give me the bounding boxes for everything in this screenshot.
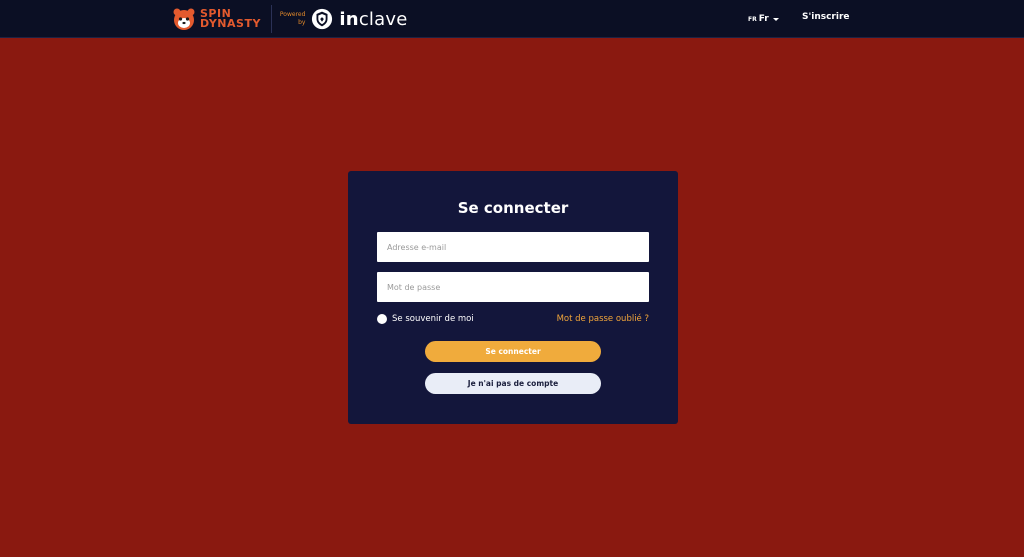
email-input[interactable] xyxy=(377,232,649,262)
login-card: Se connecter Se souvenir de moi Mot de p… xyxy=(348,171,678,424)
login-title: Se connecter xyxy=(457,199,569,217)
language-selector[interactable]: FR Fr xyxy=(748,12,779,26)
partner-wordmark-bold: in xyxy=(339,8,359,30)
powered-line-2: by xyxy=(298,19,306,26)
forgot-password-link[interactable]: Mot de passe oublié ? xyxy=(557,314,649,324)
login-button[interactable]: Se connecter xyxy=(425,341,601,362)
red-panda-logo-icon xyxy=(173,8,195,30)
header-divider xyxy=(270,5,272,33)
powered-by-label: Powered by xyxy=(280,11,306,27)
remember-me-radio[interactable] xyxy=(377,314,387,324)
brand-wordmark: SPIN DYNASTY xyxy=(200,8,261,30)
partner-wordmark-rest: clave xyxy=(358,8,408,30)
top-navigation-bar: SPIN DYNASTY Powered by inclave FR Fr S'… xyxy=(0,0,1024,38)
shield-logo-icon xyxy=(312,8,333,30)
partner-wordmark: inclave xyxy=(339,9,407,30)
brand-area[interactable]: SPIN DYNASTY Powered by inclave xyxy=(172,4,407,34)
signup-link[interactable]: S'inscrire xyxy=(802,12,850,22)
powered-line-1: Powered xyxy=(279,11,306,18)
remember-me-label: Se souvenir de moi xyxy=(392,314,474,324)
no-account-button[interactable]: Je n'ai pas de compte xyxy=(425,373,601,394)
language-label: Fr xyxy=(758,14,769,24)
caret-down-icon xyxy=(772,17,779,21)
language-code: FR xyxy=(748,15,757,23)
password-input[interactable] xyxy=(377,272,649,302)
remember-me-option[interactable]: Se souvenir de moi xyxy=(377,314,474,324)
brand-line-2: DYNASTY xyxy=(200,17,261,30)
